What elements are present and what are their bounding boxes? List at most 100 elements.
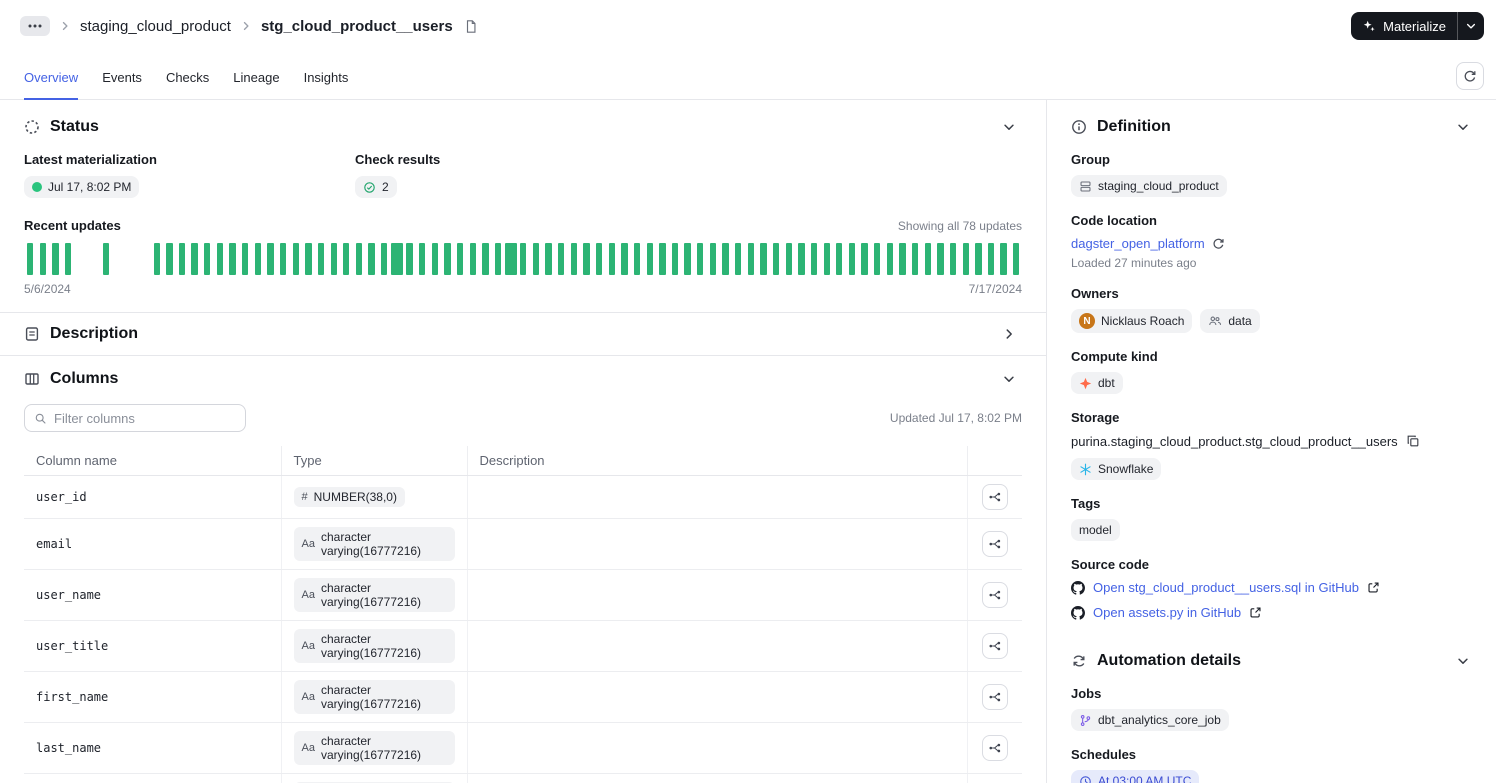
team-icon (1209, 316, 1222, 325)
owner-team-badge[interactable]: data (1200, 309, 1260, 333)
refresh-icon (1213, 238, 1224, 249)
type-text: NUMBER(38,0) (313, 490, 397, 504)
materialize-button-group: Materialize (1351, 12, 1484, 40)
number-type-icon: # (301, 491, 308, 503)
update-bar-slot (555, 243, 568, 275)
update-bar-slot (466, 243, 479, 275)
latest-materialization-value: Jul 17, 8:02 PM (48, 180, 132, 194)
type-badge: Aa character varying(16777216) (293, 578, 455, 612)
update-bar-slot (226, 243, 239, 275)
update-bar (646, 243, 653, 275)
recent-updates-label: Recent updates (24, 218, 121, 233)
update-bar (469, 243, 476, 275)
update-bar (747, 243, 754, 275)
check-results-count: 2 (382, 180, 389, 194)
update-bar (772, 243, 780, 275)
update-bar-slot (656, 243, 669, 275)
column-type-cell: Aa character varying(16777216) (281, 671, 468, 723)
sparkle-icon (1362, 19, 1376, 33)
check-circle-icon (364, 181, 375, 193)
update-bar (65, 243, 72, 275)
breadcrumb-more-button[interactable] (20, 16, 50, 36)
update-bar (482, 243, 489, 275)
update-bar-slot (150, 243, 163, 275)
update-bar-slot (125, 243, 138, 275)
breadcrumb-group-link[interactable]: staging_cloud_product (80, 18, 231, 35)
status-icon (24, 119, 40, 135)
update-bar-slot (959, 243, 972, 275)
status-collapse-button[interactable] (1000, 118, 1018, 136)
columns-icon (24, 371, 40, 387)
tab-insights[interactable]: Insights (304, 55, 349, 99)
update-bar (899, 243, 906, 275)
update-bar (27, 243, 34, 275)
update-bar (735, 243, 742, 275)
update-bar-slot (138, 243, 151, 275)
github-icon (1071, 580, 1085, 595)
schedule-badge[interactable]: At 03:00 AM UTC (1071, 770, 1200, 783)
materialize-dropdown-button[interactable] (1457, 12, 1484, 40)
definition-collapse-button[interactable] (1454, 118, 1472, 136)
update-bar (810, 243, 818, 275)
filter-columns-input[interactable] (54, 410, 236, 426)
view-column-lineage-button[interactable] (981, 484, 1008, 510)
asset-group-badge[interactable]: staging_cloud_product (1071, 175, 1227, 197)
type-badge: # NUMBER(38,0) (293, 487, 405, 507)
asset-group-name: staging_cloud_product (1098, 179, 1219, 193)
columns-section: Columns Updated Jul 17, 8:02 PM Column n… (0, 355, 1046, 783)
update-bar-slot (517, 243, 530, 275)
tab-checks[interactable]: Checks (166, 55, 209, 99)
column-actions-cell (967, 518, 1022, 570)
automation-collapse-button[interactable] (1454, 652, 1472, 670)
update-bar-slot (315, 243, 328, 275)
materialize-button[interactable]: Materialize (1351, 12, 1457, 40)
column-description-cell (467, 671, 968, 723)
view-column-lineage-button[interactable] (981, 531, 1008, 557)
refresh-button[interactable] (1456, 61, 1484, 90)
update-bar (381, 243, 388, 275)
column-row: experienceAacharacter varying(16777216) (24, 773, 1022, 783)
description-expand-button[interactable] (1000, 325, 1018, 343)
column-row: user_title Aa character varying(16777216) (24, 620, 1022, 672)
update-bar (886, 243, 894, 275)
view-column-lineage-button[interactable] (981, 582, 1008, 608)
automation-section-header: Automation details (1047, 634, 1496, 670)
owner-user-badge[interactable]: N Nicklaus Roach (1071, 309, 1193, 333)
columns-collapse-button[interactable] (1000, 370, 1018, 388)
column-type-cell: Aa character varying(16777216) (281, 569, 468, 621)
storage-kind-badge: Snowflake (1071, 458, 1162, 480)
column-name-cell: user_title (24, 620, 282, 672)
update-bar-slot (694, 243, 707, 275)
source-sql-link[interactable]: Open stg_cloud_product__users.sql in Git… (1093, 580, 1359, 595)
tab-lineage[interactable]: Lineage (233, 55, 279, 99)
update-bar-slot (631, 243, 644, 275)
code-location-link[interactable]: dagster_open_platform (1071, 236, 1205, 251)
tab-events[interactable]: Events (102, 55, 142, 99)
copy-icon[interactable] (1405, 433, 1421, 449)
columns-table-body: user_id # NUMBER(38,0) email Aa character var… (24, 475, 1022, 783)
view-column-lineage-button[interactable] (981, 684, 1008, 710)
update-bar-slot (997, 243, 1010, 275)
update-bar (39, 243, 47, 275)
storage-path: purina.staging_cloud_product.stg_cloud_p… (1071, 433, 1398, 449)
schedules-label: Schedules (1071, 747, 1137, 762)
update-bar (836, 243, 843, 275)
source-code-label: Source code (1071, 557, 1150, 572)
type-text: character varying(16777216) (320, 530, 422, 558)
update-bar-slot (441, 243, 454, 275)
reload-code-location-button[interactable] (1212, 237, 1225, 250)
automation-icon (1071, 653, 1087, 669)
asset-definition-icon[interactable] (464, 19, 478, 34)
job-badge[interactable]: dbt_analytics_core_job (1071, 709, 1229, 731)
update-bar-slot (795, 243, 808, 275)
update-bar (330, 243, 337, 275)
tab-overview[interactable]: Overview (24, 55, 79, 100)
update-bar-slot (782, 243, 795, 275)
columns-table: Column name Type Description user_id # NUM… (24, 446, 1022, 783)
group-label: Group (1071, 152, 1110, 167)
view-column-lineage-button[interactable] (981, 633, 1008, 659)
owner-team-name: data (1228, 314, 1252, 328)
view-column-lineage-button[interactable] (981, 735, 1008, 761)
source-assets-link[interactable]: Open assets.py in GitHub (1093, 605, 1241, 620)
column-row: email Aa character varying(16777216) (24, 518, 1022, 570)
